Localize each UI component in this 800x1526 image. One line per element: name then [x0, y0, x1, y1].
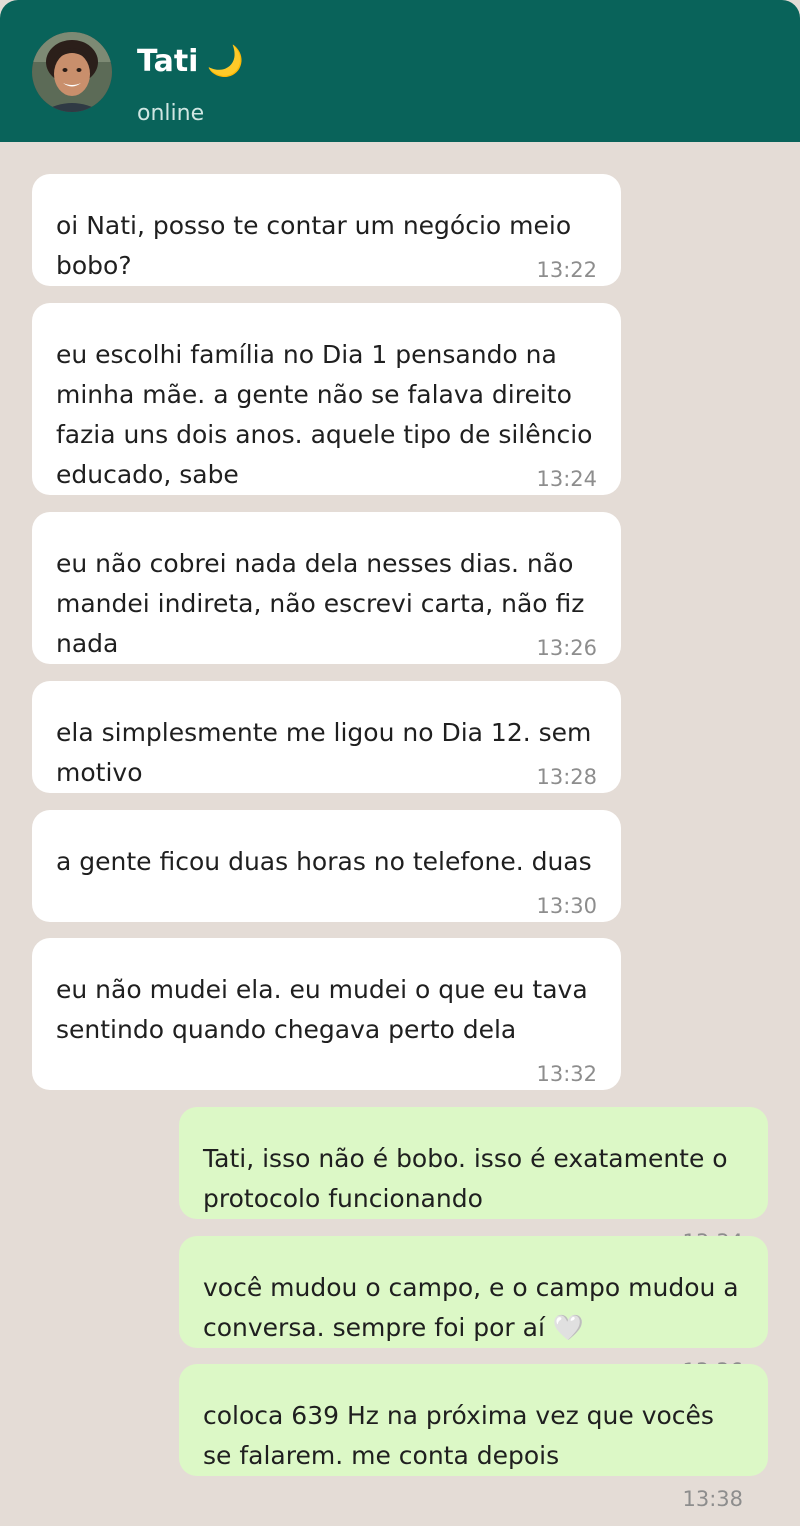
- message-time: 13:26: [536, 636, 597, 660]
- contact-status: online: [137, 101, 205, 126]
- message-bubble-incoming[interactable]: ela simplesmente me ligou no Dia 12. sem…: [32, 681, 621, 793]
- chat-header: Tati 🌙 online: [0, 0, 800, 142]
- message-bubble-incoming[interactable]: eu não mudei ela. eu mudei o que eu tava…: [32, 938, 621, 1090]
- message-text: ela simplesmente me ligou no Dia 12. sem…: [56, 718, 592, 787]
- message-text: coloca 639 Hz na próxima vez que vocês s…: [203, 1401, 714, 1470]
- message-bubble-incoming[interactable]: a gente ficou duas horas no telefone. du…: [32, 810, 621, 922]
- message-bubble-outgoing[interactable]: Tati, isso não é bobo. isso é exatamente…: [179, 1107, 768, 1219]
- message-time: 13:24: [536, 467, 597, 491]
- message-bubble-outgoing[interactable]: coloca 639 Hz na próxima vez que vocês s…: [179, 1364, 768, 1476]
- message-text: Tati, isso não é bobo. isso é exatamente…: [203, 1144, 728, 1213]
- message-time: 13:38: [682, 1487, 743, 1511]
- contact-name[interactable]: Tati 🌙: [137, 44, 244, 80]
- message-bubble-incoming[interactable]: oi Nati, posso te contar um negócio meio…: [32, 174, 621, 286]
- message-text: eu escolhi família no Dia 1 pensando na …: [56, 340, 593, 489]
- contact-name-text: Tati: [137, 44, 199, 79]
- avatar-photo: [32, 32, 112, 112]
- message-text: eu não cobrei nada dela nesses dias. não…: [56, 549, 585, 658]
- message-bubble-incoming[interactable]: eu não cobrei nada dela nesses dias. não…: [32, 512, 621, 664]
- message-bubble-outgoing[interactable]: você mudou o campo, e o campo mudou a co…: [179, 1236, 768, 1348]
- message-text: oi Nati, posso te contar um negócio meio…: [56, 211, 572, 280]
- message-text: eu não mudei ela. eu mudei o que eu tava…: [56, 975, 588, 1044]
- avatar[interactable]: [32, 32, 112, 112]
- moon-emoji: 🌙: [206, 44, 244, 79]
- message-time: 13:22: [536, 258, 597, 282]
- message-time: 13:28: [536, 765, 597, 789]
- message-bubble-incoming[interactable]: eu escolhi família no Dia 1 pensando na …: [32, 303, 621, 495]
- message-time: 13:30: [536, 894, 597, 918]
- message-time: 13:32: [536, 1062, 597, 1086]
- message-text: a gente ficou duas horas no telefone. du…: [56, 847, 592, 876]
- message-text: você mudou o campo, e o campo mudou a co…: [203, 1273, 739, 1342]
